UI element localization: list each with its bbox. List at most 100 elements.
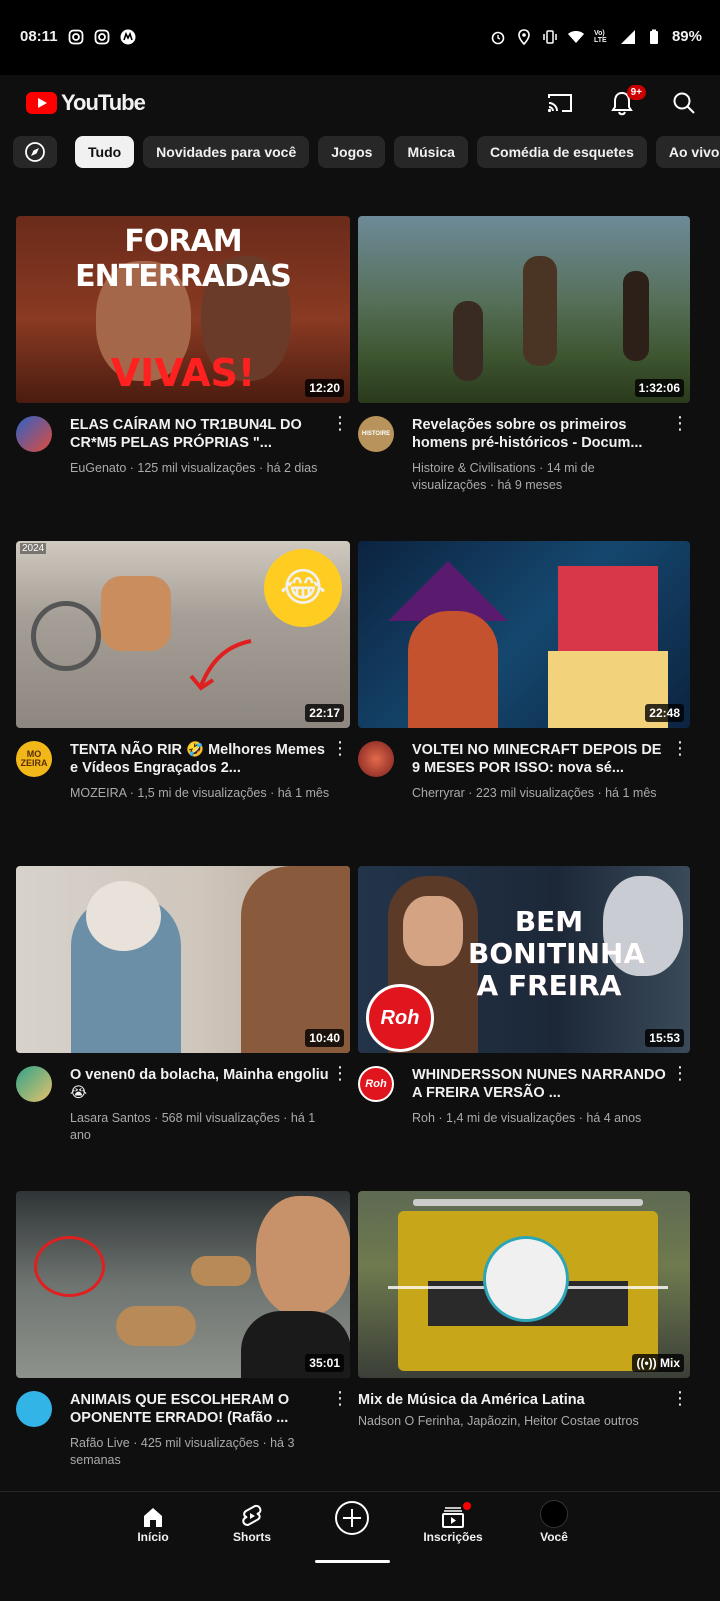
- video-title[interactable]: ANIMAIS QUE ESCOLHERAM O OPONENTE ERRADO…: [70, 1391, 330, 1427]
- more-options-icon[interactable]: ⋮: [670, 1064, 690, 1127]
- chip-comedia[interactable]: Comédia de esquetes: [476, 136, 647, 168]
- nav-create[interactable]: [307, 1500, 397, 1538]
- mix-badge: ((•)) Mix: [632, 1354, 684, 1372]
- laughing-emoji-icon: 😂: [264, 549, 342, 627]
- channel-avatar[interactable]: [16, 1391, 52, 1427]
- compass-icon: [25, 142, 45, 162]
- channel-avatar[interactable]: [16, 416, 52, 452]
- wifi-icon: [567, 30, 584, 43]
- channel-avatar[interactable]: [358, 741, 394, 777]
- more-options-icon[interactable]: ⋮: [330, 739, 350, 802]
- arrow-icon: [189, 639, 252, 691]
- video-duration: 12:20: [305, 379, 344, 397]
- profile-icon: [540, 1500, 568, 1528]
- video-thumbnail[interactable]: BEM BONITINHA A FREIRA Roh 15:53: [358, 866, 690, 1053]
- video-duration: 10:40: [305, 1029, 344, 1047]
- app-bar: YouTube 9+: [0, 75, 720, 135]
- video-thumbnail[interactable]: 35:01: [16, 1191, 350, 1378]
- video-title[interactable]: Revelações sobre os primeiros homens pré…: [412, 416, 670, 452]
- more-options-icon[interactable]: ⋮: [330, 414, 350, 477]
- youtube-logo[interactable]: YouTube: [26, 90, 146, 116]
- video-thumbnail[interactable]: FORAM ENTERRADAS VIVAS! 12:20: [16, 216, 350, 403]
- explore-button[interactable]: [13, 136, 57, 168]
- more-options-icon[interactable]: ⋮: [670, 414, 690, 494]
- video-grid: FORAM ENTERRADAS VIVAS! 12:20 ELAS CAÍRA…: [16, 216, 704, 1516]
- video-title[interactable]: VOLTEI NO MINECRAFT DEPOIS DE 9 MESES PO…: [412, 741, 670, 777]
- search-icon: [673, 92, 695, 114]
- thumbnail-tag: 2024: [20, 543, 47, 554]
- video-duration: 22:17: [305, 704, 344, 722]
- nav-home[interactable]: Início: [108, 1502, 198, 1544]
- chip-musica[interactable]: Música: [394, 136, 468, 168]
- channel-avatar[interactable]: HISTOIRE: [358, 416, 394, 452]
- video-title[interactable]: Mix de Música da América Latina: [358, 1391, 670, 1409]
- video-subtitle: Histoire & Civilisations · 14 mi de visu…: [412, 461, 595, 492]
- video-subtitle: Roh · 1,4 mi de visualizações · há 4 ano…: [412, 1111, 642, 1125]
- chip-tudo[interactable]: Tudo: [75, 136, 135, 168]
- category-chips: Tudo Novidades para você Jogos Música Co…: [0, 136, 720, 170]
- video-duration: 22:48: [645, 704, 684, 722]
- channel-avatar-text: MO ZEIRA: [20, 749, 48, 768]
- subscriptions-icon: [442, 1507, 464, 1528]
- alarm-icon: [491, 31, 505, 44]
- battery-icon: [649, 29, 658, 44]
- mix-icon: ((•)): [636, 1356, 660, 1370]
- duck-logo: [483, 1236, 569, 1322]
- more-options-icon[interactable]: ⋮: [330, 1389, 350, 1469]
- gesture-home-bar[interactable]: [315, 1560, 390, 1563]
- notifications-button[interactable]: 9+: [606, 85, 646, 119]
- video-card[interactable]: BEM BONITINHA A FREIRA Roh 15:53 Roh WHI…: [358, 866, 690, 1191]
- video-card[interactable]: 10:40 O venen0 da bolacha, Mainha engoli…: [16, 866, 350, 1191]
- thumbnail-headline: BEM BONITINHA A FREIRA: [468, 905, 646, 1002]
- motorola-icon: [120, 29, 136, 44]
- video-duration: 35:01: [305, 1354, 344, 1372]
- more-options-icon[interactable]: ⋮: [670, 739, 690, 802]
- video-subtitle: EuGenato · 125 mil visualizações · há 2 …: [70, 461, 318, 475]
- chip-novidades[interactable]: Novidades para você: [143, 136, 310, 168]
- video-card[interactable]: 35:01 ANIMAIS QUE ESCOLHERAM O OPONENTE …: [16, 1191, 350, 1516]
- vibrate-icon: [543, 29, 557, 44]
- thumbnail-caption: VIVAS!: [110, 351, 256, 395]
- search-button[interactable]: [668, 87, 700, 119]
- video-thumbnail[interactable]: 1:32:06: [358, 216, 690, 403]
- video-card[interactable]: ((•)) Mix Mix de Música da América Latin…: [358, 1191, 690, 1516]
- video-subtitle: Cherryrar · 223 mil visualizações · há 1…: [412, 786, 657, 800]
- thumbnail-headline: FORAM ENTERRADAS: [75, 224, 292, 294]
- shorts-icon: [242, 1504, 262, 1527]
- youtube-logo-icon: [26, 92, 57, 114]
- video-card[interactable]: FORAM ENTERRADAS VIVAS! 12:20 ELAS CAÍRA…: [16, 216, 350, 541]
- video-thumbnail[interactable]: ((•)) Mix: [358, 1191, 690, 1378]
- channel-avatar[interactable]: MO ZEIRA: [16, 741, 52, 777]
- roh-logo-text: Roh: [380, 1007, 420, 1029]
- instagram-icon: [68, 29, 83, 44]
- video-card[interactable]: 22:48 VOLTEI NO MINECRAFT DEPOIS DE 9 ME…: [358, 541, 690, 866]
- channel-avatar-text: HISTOIRE: [361, 431, 391, 437]
- channel-avatar[interactable]: Roh: [358, 1066, 394, 1102]
- channel-avatar[interactable]: [16, 1066, 52, 1102]
- nav-shorts[interactable]: Shorts: [207, 1502, 297, 1544]
- battery-level: 89%: [671, 28, 702, 45]
- signal-icon: [620, 29, 635, 44]
- chip-jogos[interactable]: Jogos: [318, 136, 386, 168]
- new-content-dot: [463, 1502, 471, 1510]
- nav-you[interactable]: Você: [509, 1500, 599, 1544]
- video-title[interactable]: TENTA NÃO RIR 🤣 Melhores Memes e Vídeos …: [70, 741, 330, 777]
- video-thumbnail[interactable]: 2024 😂 22:17: [16, 541, 350, 728]
- video-title[interactable]: ELAS CAÍRAM NO TR1BUN4L DO CR*M5 PELAS P…: [70, 416, 330, 452]
- nav-subscriptions[interactable]: Inscrições: [408, 1502, 498, 1544]
- more-options-icon[interactable]: ⋮: [670, 1389, 690, 1430]
- cast-icon: [547, 94, 572, 113]
- roh-logo: Roh: [366, 984, 434, 1052]
- video-thumbnail[interactable]: 22:48: [358, 541, 690, 728]
- video-title[interactable]: WHINDERSSON NUNES NARRANDO A FREIRA VERS…: [412, 1066, 670, 1102]
- video-thumbnail[interactable]: 10:40: [16, 866, 350, 1053]
- home-icon: [144, 1508, 162, 1527]
- video-title[interactable]: O venen0 da bolacha, Mainha engoliu 😭: [70, 1066, 330, 1102]
- nav-you-label: Você: [540, 1530, 568, 1544]
- cast-button[interactable]: [544, 87, 576, 119]
- status-time: 08:11: [20, 28, 58, 45]
- video-card[interactable]: 1:32:06 HISTOIRE Revelações sobre os pri…: [358, 216, 690, 541]
- video-card[interactable]: 2024 😂 22:17 MO ZEIRA TENTA NÃO RIR 🤣 Me…: [16, 541, 350, 866]
- chip-ao-vivo[interactable]: Ao vivo: [655, 136, 720, 168]
- more-options-icon[interactable]: ⋮: [330, 1064, 350, 1144]
